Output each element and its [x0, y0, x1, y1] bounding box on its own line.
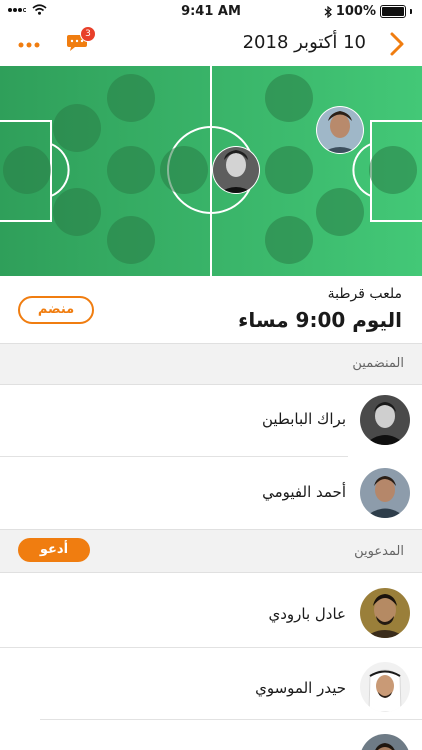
football-pitch [0, 66, 422, 276]
joined-player-row-2[interactable]: أحمد الفيومي [0, 458, 422, 530]
chevron-right-icon [390, 32, 404, 56]
chat-button[interactable]: 3 [66, 26, 96, 54]
row-divider [0, 456, 348, 457]
joined-button[interactable]: منضم [18, 296, 94, 324]
player-name: حيدر الموسوي [255, 679, 346, 697]
battery-cap-icon [410, 9, 412, 14]
battery-icon [380, 5, 406, 18]
joined-player-row-1[interactable]: براك البابطين [0, 385, 422, 457]
joined-section-title: المنضمين [352, 356, 404, 371]
avatar [360, 395, 410, 445]
avatar [360, 662, 410, 712]
player-name: براك البابطين [261, 410, 346, 428]
venue-label: ملعب قرطبة [327, 286, 402, 302]
back-button[interactable] [386, 30, 408, 58]
status-bar: 9:41 AM 100% [0, 0, 422, 22]
more-button[interactable] [18, 32, 40, 53]
pitch-diagram [0, 66, 422, 276]
row-divider [0, 647, 422, 648]
navigation-bar: 3 10 أكتوبر 2018 [0, 22, 422, 66]
bluetooth-icon [324, 5, 332, 18]
avatar [360, 734, 410, 750]
avatar [360, 588, 410, 638]
joined-section-header: المنضمين [0, 343, 422, 385]
invited-section-header: المدعوين أدعو [0, 529, 422, 573]
page-title: 10 أكتوبر 2018 [242, 32, 366, 53]
avatar [360, 468, 410, 518]
chat-badge: 3 [80, 26, 96, 42]
row-divider [40, 719, 422, 720]
status-right: 100% [324, 4, 412, 19]
more-dots-icon [18, 42, 40, 48]
match-info: ملعب قرطبة اليوم 9:00 مساء منضم [0, 276, 422, 344]
invite-button[interactable]: أدعو [18, 538, 90, 562]
match-time: اليوم 9:00 مساء [238, 308, 402, 332]
invited-player-row-3[interactable] [0, 722, 422, 750]
invited-player-row-2[interactable]: حيدر الموسوي [0, 650, 422, 722]
invited-section-title: المدعوين [354, 544, 404, 559]
invited-player-row-1[interactable]: عادل بارودي [0, 576, 422, 648]
player-name: أحمد الفيومي [262, 483, 346, 501]
battery-percent: 100% [335, 4, 376, 19]
player-name: عادل بارودي [268, 605, 346, 623]
